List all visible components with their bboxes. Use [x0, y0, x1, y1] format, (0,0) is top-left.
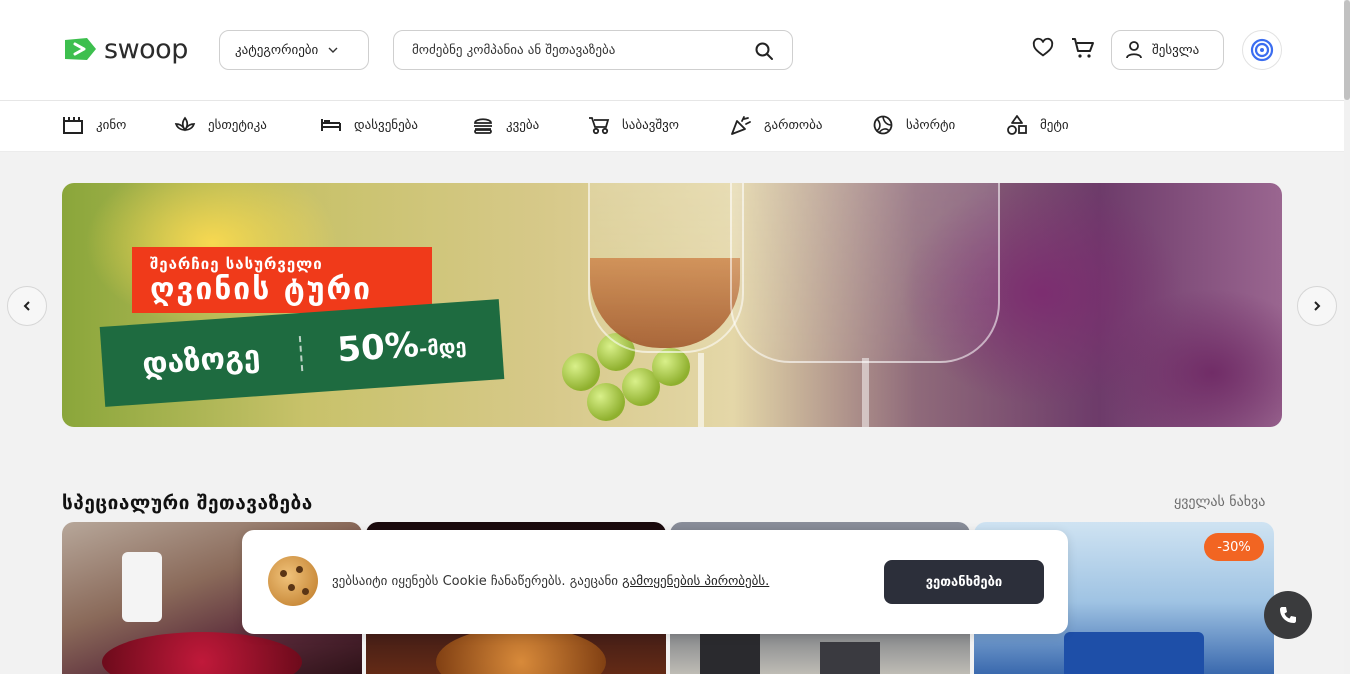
promo-percent-block: 50%-მდე [301, 319, 503, 373]
category-food[interactable]: კვება [472, 115, 539, 135]
chevron-down-icon [328, 47, 338, 53]
swoop-logo[interactable]: swoop [62, 34, 188, 65]
category-rest[interactable]: დასვენება [320, 115, 418, 135]
category-label: დასვენება [354, 117, 419, 133]
shapes-icon [1007, 115, 1027, 135]
cookie-banner: ვებსაიტი იყენებს Cookie ჩანაწერებს. გაეც… [242, 530, 1068, 634]
category-label: სპორტი [906, 117, 956, 133]
promo-line2: ღვინის ტური [150, 272, 373, 307]
category-label: მეტი [1040, 117, 1069, 133]
logo-text: swoop [104, 34, 188, 65]
party-popper-icon [731, 116, 751, 135]
category-label: გართობა [764, 117, 823, 133]
search-icon[interactable] [754, 41, 774, 61]
category-sport[interactable]: სპორტი [872, 115, 955, 135]
logo-icon [65, 37, 96, 60]
categories-button-label: კატეგორიები [235, 42, 319, 58]
ball-icon [873, 115, 893, 135]
cinema-icon [63, 117, 83, 134]
banner-next-button[interactable] [1297, 286, 1337, 326]
category-label: კინო [96, 117, 127, 133]
discount-badge: -30% [1204, 533, 1264, 561]
scrollbar-thumb[interactable] [1344, 0, 1350, 100]
section-title: სპეციალური შეთავაზება [62, 492, 313, 514]
cookie-text: ვებსაიტი იყენებს Cookie ჩანაწერებს. გაეც… [332, 574, 623, 589]
category-label: საბავშვო [622, 117, 680, 133]
cookie-message: ვებსაიტი იყენებს Cookie ჩანაწერებს. გაეც… [332, 574, 769, 589]
call-button[interactable] [1264, 591, 1312, 639]
hero-banner[interactable]: შეარჩიე სასურველი ღვინის ტური დაზოგე 50%… [62, 183, 1282, 427]
chevron-left-icon [23, 301, 30, 311]
stroller-icon [589, 117, 610, 135]
category-aesthetics[interactable]: ესთეტიკა [174, 115, 267, 135]
header: swoop კატეგორიები მოძებნე კომპანია ან შე… [0, 0, 1344, 101]
search-placeholder: მოძებნე კომპანია ან შეთავაზება [412, 42, 616, 58]
category-label: ესთეტიკა [208, 117, 267, 133]
heart-icon[interactable] [1032, 37, 1054, 59]
promo-percent-suffix: -მდე [418, 333, 468, 361]
target-icon [1250, 38, 1274, 62]
promo-save: დაზოგე [101, 335, 304, 385]
category-kids[interactable]: საბავშვო [588, 115, 679, 135]
category-more[interactable]: მეტი [1006, 115, 1069, 135]
login-button[interactable]: შესვლა [1111, 30, 1224, 70]
account-avatar[interactable] [1242, 30, 1282, 70]
promo-discount: დაზოგე 50%-მდე [99, 299, 505, 407]
promo-line1: შეარჩიე სასურველი [150, 255, 323, 273]
terms-link[interactable]: გამოყენების პირობებს. [622, 574, 769, 589]
category-nav: კინო ესთეტიკა დასვენება კვება საბავშვო გ… [0, 101, 1344, 152]
promo-headline: შეარჩიე სასურველი ღვინის ტური [132, 247, 432, 313]
bed-icon [321, 119, 341, 131]
scrollbar[interactable] [1344, 0, 1350, 674]
phone-icon [1280, 607, 1296, 623]
accept-cookies-button[interactable]: ვეთანხმები [884, 560, 1044, 604]
cart-icon[interactable] [1071, 37, 1095, 59]
promo-percent: 50% [336, 324, 421, 371]
category-entertainment[interactable]: გართობა [730, 115, 822, 135]
category-label: კვება [506, 117, 540, 133]
login-label: შესვლა [1152, 42, 1200, 58]
cookie-icon [268, 556, 318, 606]
category-cinema[interactable]: კინო [62, 115, 126, 135]
see-all-link[interactable]: ყველას ნახვა [1174, 494, 1265, 510]
lotus-icon [174, 116, 196, 132]
user-icon [1126, 41, 1142, 59]
search-input[interactable]: მოძებნე კომპანია ან შეთავაზება [393, 30, 793, 70]
burger-icon [474, 118, 492, 134]
chevron-right-icon [1314, 301, 1321, 311]
banner-prev-button[interactable] [7, 286, 47, 326]
categories-dropdown-button[interactable]: კატეგორიები [219, 30, 369, 70]
